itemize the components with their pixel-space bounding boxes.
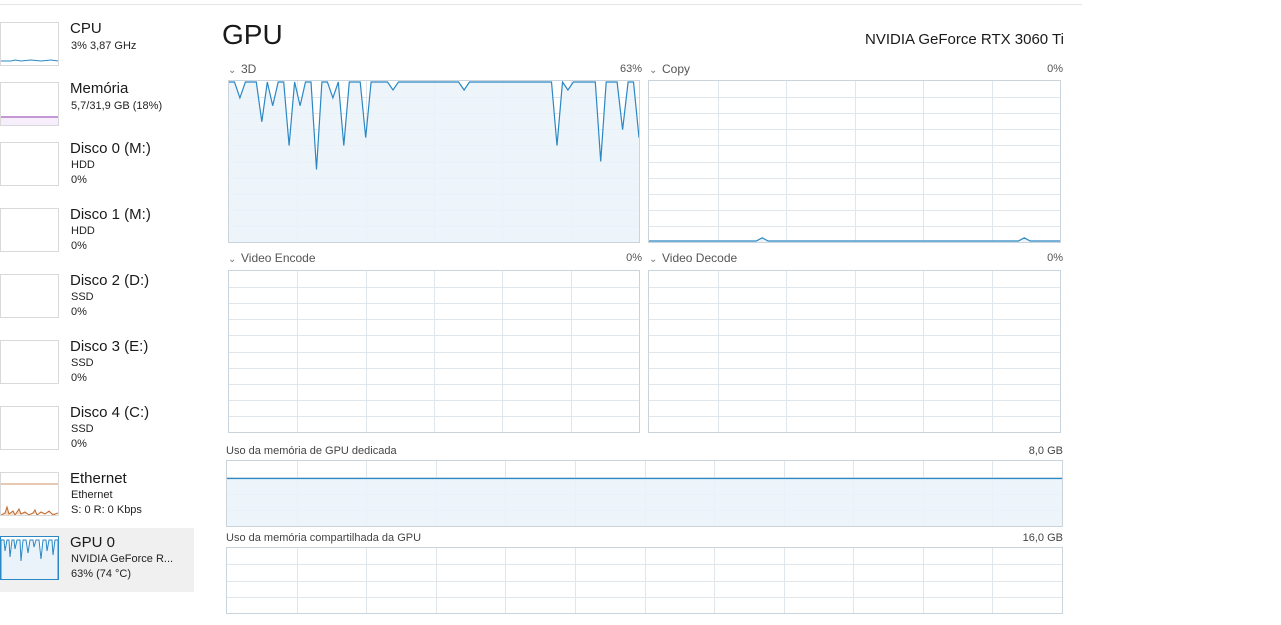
sidebar-item-title: CPU (70, 20, 102, 37)
sidebar-item-usage: 0% (71, 240, 87, 252)
engine-label: Video Decode (662, 251, 738, 265)
engine-selector-video-decode[interactable]: ⌄ Video Decode (649, 251, 737, 265)
series-line (649, 237, 1060, 242)
sidebar-item-cpu[interactable]: CPU 3% 3,87 GHz (0, 10, 194, 76)
engine-graph-copy (648, 80, 1061, 243)
sidebar-item-usage: 0% (71, 372, 87, 384)
graph-svg (229, 81, 639, 242)
series-area (229, 82, 639, 242)
sidebar-item-title: Disco 1 (M:) (70, 206, 151, 223)
disk-thumbnail (0, 208, 59, 252)
shared-memory-max: 16,0 GB (1022, 532, 1063, 544)
chevron-down-icon: ⌄ (649, 65, 658, 76)
chevron-down-icon: ⌄ (649, 254, 658, 265)
page-title: GPU (222, 19, 283, 50)
series-area (227, 612, 1062, 613)
graph-svg (227, 461, 1062, 526)
sidebar-item-detail: 3% 3,87 GHz (71, 40, 137, 52)
sidebar-item-detail: 5,7/31,9 GB (18%) (71, 100, 163, 112)
sidebar-item-adapter: Ethernet (71, 489, 113, 501)
disk-thumbnail (0, 406, 59, 450)
graph-svg (229, 271, 639, 432)
engine-selector-3d[interactable]: ⌄ 3D (228, 62, 256, 76)
engine-selector-copy[interactable]: ⌄ Copy (649, 62, 690, 76)
sidebar-item-title: Disco 2 (D:) (70, 272, 150, 289)
graph-svg (227, 548, 1062, 613)
sidebar-item-gpu-model: NVIDIA GeForce R... (71, 553, 174, 565)
sidebar-item-title: Ethernet (70, 470, 127, 487)
engine-graph-video-decode (648, 270, 1061, 433)
sidebar-item-usage-temp: 63% (74 °C) (71, 568, 132, 580)
sidebar-item-disco-2[interactable]: Disco 2 (D:) SSD 0% (0, 272, 194, 340)
sidebar-item-ethernet[interactable]: Ethernet Ethernet S: 0 R: 0 Kbps (0, 470, 194, 530)
sidebar-item-disco-4[interactable]: Disco 4 (C:) SSD 0% (0, 404, 194, 472)
engine-label: 3D (241, 62, 257, 76)
sidebar-item-title: GPU 0 (70, 534, 116, 551)
sidebar-item-type: SSD (71, 291, 94, 303)
sidebar-item-title: Memória (70, 80, 129, 97)
sidebar-item-type: HDD (71, 159, 95, 171)
sidebar-item-title: Disco 0 (M:) (70, 140, 151, 157)
sidebar-item-gpu-0[interactable]: GPU 0 NVIDIA GeForce R... 63% (74 °C) (0, 528, 194, 592)
sidebar-item-title: Disco 4 (C:) (70, 404, 150, 421)
sidebar-item-memoria[interactable]: Memória 5,7/31,9 GB (18%) (0, 76, 194, 142)
dedicated-memory-graph (226, 460, 1063, 527)
sidebar-item-type: SSD (71, 357, 94, 369)
sidebar-item-type: SSD (71, 423, 94, 435)
cpu-thumbnail (0, 22, 59, 66)
engine-usage-value: 63% (619, 63, 642, 75)
gpu-thumbnail (0, 536, 59, 580)
shared-memory-graph (226, 547, 1063, 614)
sidebar-item-disco-3[interactable]: Disco 3 (E:) SSD 0% (0, 338, 194, 406)
sidebar-item-disco-1[interactable]: Disco 1 (M:) HDD 0% (0, 206, 194, 274)
chevron-down-icon: ⌄ (228, 65, 237, 76)
memory-thumbnail (0, 82, 59, 126)
engine-usage-value: 0% (1047, 63, 1063, 75)
dedicated-memory-max: 8,0 GB (1028, 445, 1063, 457)
top-divider (0, 4, 1082, 5)
sidebar-item-disco-0[interactable]: Disco 0 (M:) HDD 0% (0, 140, 194, 208)
sidebar-item-usage: 0% (71, 174, 87, 186)
gpu-model-name: NVIDIA GeForce RTX 3060 Ti (865, 31, 1064, 48)
disk-thumbnail (0, 142, 59, 186)
engine-label: Video Encode (241, 251, 316, 265)
disk-thumbnail (0, 340, 59, 384)
performance-sidebar: CPU 3% 3,87 GHz Memória 5,7/31,9 GB (18%… (0, 10, 194, 625)
graph-svg (649, 81, 1060, 242)
dedicated-memory-label: Uso da memória de GPU dedicada (226, 445, 397, 457)
sidebar-item-type: HDD (71, 225, 95, 237)
shared-memory-label: Uso da memória compartilhada da GPU (226, 532, 422, 544)
chevron-down-icon: ⌄ (228, 254, 237, 265)
sidebar-item-throughput: S: 0 R: 0 Kbps (71, 504, 142, 516)
engine-selector-video-encode[interactable]: ⌄ Video Encode (228, 251, 316, 265)
series-area (227, 478, 1062, 526)
engine-graph-3d (228, 80, 640, 243)
sidebar-item-usage: 0% (71, 306, 87, 318)
engine-usage-value: 0% (1047, 252, 1063, 264)
engine-usage-value: 0% (626, 252, 642, 264)
sidebar-item-title: Disco 3 (E:) (70, 338, 149, 355)
disk-thumbnail (0, 274, 59, 318)
graph-svg (649, 271, 1060, 432)
engine-label: Copy (662, 62, 691, 76)
sidebar-item-usage: 0% (71, 438, 87, 450)
ethernet-thumbnail (0, 472, 59, 516)
engine-graph-video-encode (228, 270, 640, 433)
